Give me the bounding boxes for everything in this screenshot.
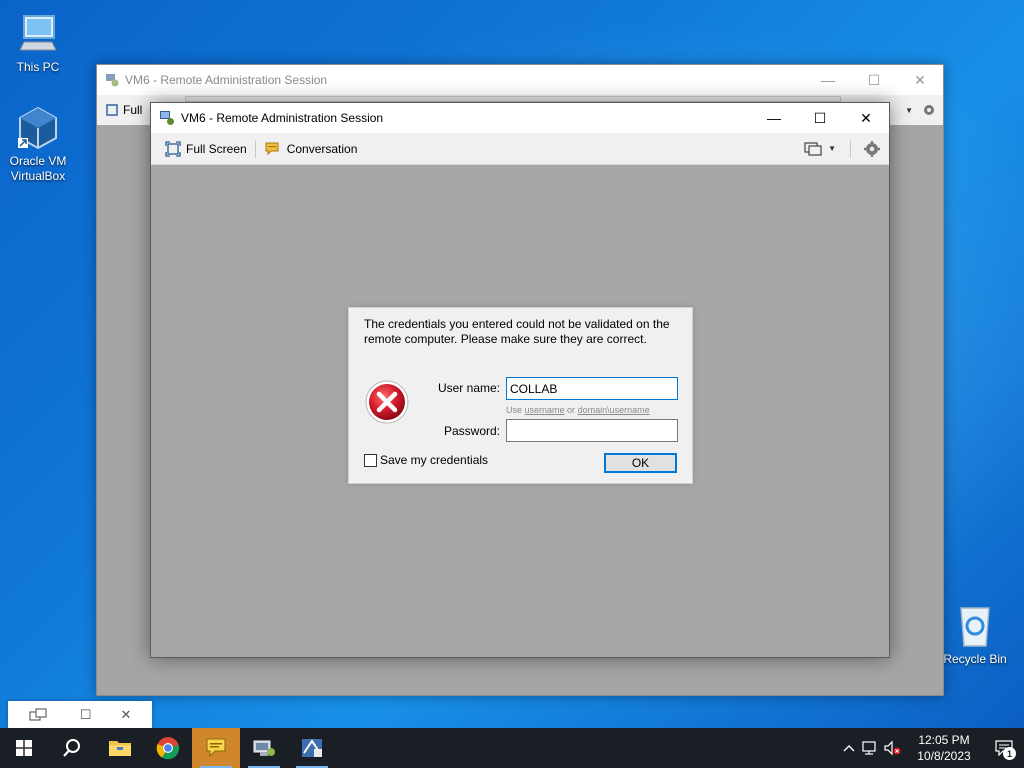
- volume-tray-button[interactable]: [882, 728, 904, 768]
- save-credentials-checkbox[interactable]: [364, 453, 377, 467]
- error-icon: [364, 379, 410, 425]
- search-icon: [62, 738, 82, 758]
- mini-maximize-button[interactable]: ☐: [80, 707, 92, 723]
- virtualbox-icon: [14, 104, 62, 152]
- restore-icon[interactable]: [28, 707, 51, 722]
- clock-date: 10/8/2023: [917, 749, 971, 763]
- clock-time: 12:05 PM: [918, 733, 970, 747]
- chat-bubble-icon: [204, 737, 228, 759]
- chrome-icon: [156, 736, 180, 760]
- folder-icon: [108, 738, 132, 758]
- back-window-titlebar[interactable]: VM6 - Remote Administration Session — ☐ …: [97, 65, 943, 95]
- full-screen-icon: [165, 140, 181, 157]
- conversation-button[interactable]: Conversation: [258, 137, 364, 161]
- password-label: Password:: [443, 424, 500, 438]
- window-titlebar[interactable]: VM6 - Remote Administration Session — ☐ …: [151, 103, 889, 133]
- action-center-button[interactable]: 1: [984, 728, 1024, 768]
- search-button[interactable]: [48, 728, 96, 768]
- show-hidden-icons-button[interactable]: [838, 728, 860, 768]
- session-toolbar: Full Screen Conversation ▼: [151, 133, 889, 165]
- computer-icon: [14, 10, 62, 58]
- desktop-icon-this-pc[interactable]: This PC: [0, 10, 76, 75]
- windows-logo-icon: [16, 740, 32, 756]
- notification-count-badge: 1: [1003, 747, 1016, 760]
- username-label: User name:: [437, 381, 500, 395]
- back-full-screen-label[interactable]: Full: [123, 103, 142, 117]
- taskbar-network-tool-app[interactable]: [288, 728, 336, 768]
- save-credentials-checkbox-row[interactable]: Save my credentials: [364, 453, 488, 467]
- settings-gear-icon[interactable]: [921, 102, 937, 118]
- back-minimize-button[interactable]: —: [805, 65, 851, 95]
- ok-button[interactable]: OK: [604, 453, 677, 473]
- toolbar-separator: [254, 139, 256, 158]
- desktop-icon-virtualbox[interactable]: Oracle VM VirtualBox: [0, 104, 76, 184]
- desktop-icon-label: This PC: [16, 60, 60, 74]
- recycle-bin-icon: [951, 602, 999, 650]
- close-button[interactable]: ✕: [843, 103, 889, 133]
- settings-gear-icon[interactable]: [863, 140, 881, 158]
- taskbar-file-explorer[interactable]: [96, 728, 144, 768]
- chevron-up-icon: [843, 744, 855, 752]
- taskbar-conversation-app[interactable]: [192, 728, 240, 768]
- username-format-hint: Use username or domain\username: [506, 405, 650, 415]
- credentials-dialog: The credentials you entered could not be…: [348, 307, 693, 484]
- network-tray-button[interactable]: [860, 728, 882, 768]
- back-close-button[interactable]: ✕: [897, 65, 943, 95]
- hint-domain-username-link: domain\username: [577, 405, 650, 415]
- save-credentials-label: Save my credentials: [380, 453, 489, 467]
- mini-close-button[interactable]: ✕: [121, 707, 132, 723]
- start-button[interactable]: [0, 728, 48, 768]
- taskbar-chrome[interactable]: [144, 728, 192, 768]
- toolbar-separator: [850, 139, 851, 158]
- display-dropdown-arrow-icon[interactable]: ▼: [828, 144, 836, 153]
- credentials-error-message: The credentials you entered could not be…: [364, 317, 670, 346]
- system-tray: 12:05 PM 10/8/2023 1: [838, 728, 1024, 768]
- full-screen-label: Full Screen: [186, 141, 247, 156]
- desktop-icon-label: Recycle Bin: [943, 652, 1007, 666]
- network-icon: [862, 740, 880, 756]
- taskbar-clock[interactable]: 12:05 PM 10/8/2023: [904, 732, 984, 764]
- password-input[interactable]: [506, 419, 678, 442]
- hint-username-link: username: [524, 405, 565, 415]
- speaker-muted-icon: [884, 740, 902, 756]
- back-window-title: VM6 - Remote Administration Session: [125, 73, 328, 87]
- remote-session-app-icon: [159, 110, 175, 126]
- conversation-label: Conversation: [286, 141, 358, 156]
- remote-session-app-icon: [105, 73, 119, 87]
- conversation-icon: [264, 141, 282, 157]
- dropdown-arrow-icon[interactable]: ▼: [905, 106, 913, 115]
- desktop-icon-recycle-bin[interactable]: Recycle Bin: [937, 602, 1013, 667]
- username-input[interactable]: [506, 377, 678, 400]
- display-monitor-icon[interactable]: [804, 141, 822, 157]
- taskbar: 12:05 PM 10/8/2023 1: [0, 728, 1024, 768]
- network-tool-icon: [300, 737, 324, 759]
- full-screen-button[interactable]: Full Screen: [159, 137, 253, 161]
- window-title: VM6 - Remote Administration Session: [181, 111, 384, 125]
- maximize-button[interactable]: ☐: [797, 103, 843, 133]
- full-screen-icon: [105, 103, 119, 117]
- minimize-button[interactable]: —: [751, 103, 797, 133]
- taskbar-remote-admin-app[interactable]: [240, 728, 288, 768]
- minimized-window-bar[interactable]: ☐ ✕: [8, 701, 152, 728]
- back-maximize-button[interactable]: ☐: [851, 65, 897, 95]
- remote-admin-icon: [252, 737, 276, 759]
- desktop-icon-label: Oracle VM VirtualBox: [9, 154, 67, 183]
